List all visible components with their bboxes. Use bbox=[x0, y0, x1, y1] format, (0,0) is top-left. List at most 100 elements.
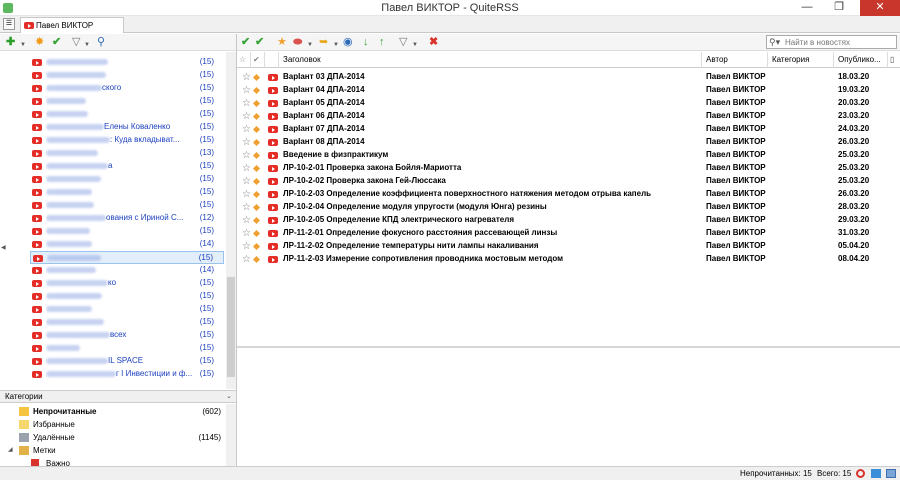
feed-item[interactable]: (15) bbox=[30, 251, 224, 264]
star-toggle-icon[interactable]: ☆ bbox=[242, 149, 251, 162]
news-row[interactable]: ☆ ВарІант 08 ДПА-2014 Павел ВИКТОР 26.03.20 bbox=[237, 136, 900, 149]
feed-list-scroll-thumb[interactable] bbox=[227, 277, 235, 377]
close-icon[interactable]: ✕ bbox=[860, 0, 900, 16]
column-category[interactable]: Категория bbox=[768, 52, 834, 68]
feed-column-header[interactable] bbox=[265, 52, 279, 68]
news-row[interactable]: ☆ ЛР-10-2-01 Проверка закона Бойля-Мариот… bbox=[237, 162, 900, 175]
star-toggle-icon[interactable]: ☆ bbox=[242, 123, 251, 136]
feed-item[interactable]: всех (15) bbox=[30, 329, 224, 342]
news-splitter[interactable] bbox=[237, 346, 900, 348]
feed-item[interactable]: (15) bbox=[30, 95, 224, 108]
share-icon[interactable]: ➥ bbox=[319, 36, 328, 49]
star-toggle-icon[interactable]: ☆ bbox=[242, 71, 251, 84]
unread-marker-icon[interactable] bbox=[252, 99, 261, 108]
news-row[interactable]: ☆ ЛР-10-2-02 Проверка закона Гей-Люссака П… bbox=[237, 175, 900, 188]
feed-item[interactable]: (15) bbox=[30, 225, 224, 238]
category-item[interactable]: ◢ Метки bbox=[0, 444, 226, 457]
categories-scrollbar[interactable] bbox=[226, 404, 236, 466]
star-toggle-icon[interactable]: ☆ bbox=[242, 162, 251, 175]
feed-item[interactable]: ования с Ириной С... (12) bbox=[30, 212, 224, 225]
feed-item[interactable]: Елены Коваленко (15) bbox=[30, 121, 224, 134]
star-column-icon[interactable]: ☆ bbox=[237, 52, 251, 68]
update-status-icon[interactable] bbox=[871, 469, 881, 478]
feed-item[interactable]: (14) bbox=[30, 264, 224, 277]
feed-item[interactable]: (15) bbox=[30, 199, 224, 212]
label-icon[interactable]: ⬬ bbox=[293, 36, 302, 49]
unread-marker-icon[interactable] bbox=[252, 164, 261, 173]
unread-marker-icon[interactable] bbox=[252, 190, 261, 199]
column-published[interactable]: Опублико... bbox=[834, 52, 888, 68]
feed-item[interactable]: (14) bbox=[30, 238, 224, 251]
news-row[interactable]: ☆ ВарІант 03 ДПА-2014 Павел ВИКТОР 18.03.20 bbox=[237, 71, 900, 84]
add-dropdown-icon[interactable]: ▼ bbox=[20, 39, 26, 52]
feed-item[interactable]: ко (15) bbox=[30, 277, 224, 290]
star-toggle-icon[interactable]: ☆ bbox=[242, 136, 251, 149]
star-toggle-icon[interactable]: ☆ bbox=[242, 175, 251, 188]
news-row[interactable]: ☆ Введение в физпрактикум Павел ВИКТОР 25.0… bbox=[237, 149, 900, 162]
column-title[interactable]: Заголовок bbox=[279, 52, 702, 68]
search-feeds-icon[interactable]: ⚲ bbox=[97, 36, 105, 49]
categories-header[interactable]: Категории ⌄ bbox=[0, 390, 236, 403]
news-search-input[interactable] bbox=[785, 37, 893, 47]
unread-marker-icon[interactable] bbox=[252, 229, 261, 238]
feed-item[interactable]: ского (15) bbox=[30, 82, 224, 95]
filter-icon[interactable]: ▽ bbox=[72, 36, 80, 49]
feed-item[interactable]: (15) bbox=[30, 173, 224, 186]
prev-news-icon[interactable]: ↑ bbox=[379, 36, 385, 49]
mark-news-read-icon[interactable]: ✔ bbox=[241, 36, 250, 49]
browser-icon[interactable]: ◉ bbox=[343, 36, 353, 49]
unread-marker-icon[interactable] bbox=[252, 138, 261, 147]
feed-item[interactable]: (15) bbox=[30, 108, 224, 121]
star-icon[interactable]: ★ bbox=[277, 36, 287, 49]
adblock-icon[interactable] bbox=[856, 469, 865, 478]
collapse-arrow-icon[interactable]: ◀ bbox=[1, 244, 6, 251]
unread-marker-icon[interactable] bbox=[252, 216, 261, 225]
news-search-box[interactable]: ⚲▾ bbox=[766, 35, 897, 49]
star-toggle-icon[interactable]: ☆ bbox=[242, 227, 251, 240]
news-row[interactable]: ☆ ЛР-11-2-01 Определение фокусного рассто… bbox=[237, 227, 900, 240]
feed-item[interactable]: а (15) bbox=[30, 160, 224, 173]
news-row[interactable]: ☆ ЛР-11-2-03 Измерение сопротивления пров… bbox=[237, 253, 900, 266]
feed-item[interactable]: IL SPACE (15) bbox=[30, 355, 224, 368]
category-item[interactable]: Непрочитанные (602) bbox=[0, 405, 226, 418]
update-feeds-icon[interactable]: ✸ bbox=[35, 36, 44, 49]
feed-item[interactable]: (15) bbox=[30, 69, 224, 82]
news-row[interactable]: ☆ ВарІант 06 ДПА-2014 Павел ВИКТОР 23.03.20 bbox=[237, 110, 900, 123]
feed-item[interactable]: (15) bbox=[30, 186, 224, 199]
read-column-icon[interactable]: ✔ bbox=[251, 52, 265, 68]
star-toggle-icon[interactable]: ☆ bbox=[242, 97, 251, 110]
news-filter-dropdown-icon[interactable]: ▼ bbox=[412, 39, 418, 52]
minimize-icon[interactable]: — bbox=[794, 0, 820, 16]
tab-feed[interactable]: Павел ВИКТОР bbox=[20, 17, 124, 33]
main-menu-icon[interactable]: ☰ bbox=[3, 18, 15, 30]
column-settings-icon[interactable]: ▯ bbox=[888, 52, 900, 68]
feed-item[interactable]: (15) bbox=[30, 303, 224, 316]
star-toggle-icon[interactable]: ☆ bbox=[242, 240, 251, 253]
feed-item[interactable]: (15) bbox=[30, 290, 224, 303]
expand-arrow-icon[interactable]: ◢ bbox=[8, 446, 13, 453]
news-row[interactable]: ☆ ЛР-10-2-03 Определение коэффициента пов… bbox=[237, 188, 900, 201]
feed-item[interactable]: (15) bbox=[30, 342, 224, 355]
news-filter-icon[interactable]: ▽ bbox=[399, 36, 407, 49]
star-toggle-icon[interactable]: ☆ bbox=[242, 253, 251, 266]
feed-item[interactable]: (15) bbox=[30, 56, 224, 69]
feed-item[interactable]: г I Инвестиции и ф... (15) bbox=[30, 368, 224, 381]
unread-marker-icon[interactable] bbox=[252, 255, 261, 264]
star-toggle-icon[interactable]: ☆ bbox=[242, 214, 251, 227]
unread-marker-icon[interactable] bbox=[252, 203, 261, 212]
unread-marker-icon[interactable] bbox=[252, 242, 261, 251]
tray-window-icon[interactable] bbox=[886, 469, 896, 478]
star-toggle-icon[interactable]: ☆ bbox=[242, 84, 251, 97]
unread-marker-icon[interactable] bbox=[252, 86, 261, 95]
feed-list-scrollbar[interactable] bbox=[226, 52, 236, 389]
category-item[interactable]: Избранные bbox=[0, 418, 226, 431]
feed-item[interactable]: : Куда вкладыват... (15) bbox=[30, 134, 224, 147]
restore-icon[interactable]: ❐ bbox=[826, 0, 852, 16]
star-toggle-icon[interactable]: ☆ bbox=[242, 110, 251, 123]
delete-icon[interactable]: ✖ bbox=[429, 36, 438, 49]
column-author[interactable]: Автор bbox=[702, 52, 768, 68]
unread-marker-icon[interactable] bbox=[252, 177, 261, 186]
news-row[interactable]: ☆ ВарІант 04 ДПА-2014 Павел ВИКТОР 19.03.20 bbox=[237, 84, 900, 97]
news-row[interactable]: ☆ ВарІант 05 ДПА-2014 Павел ВИКТОР 20.03.20 bbox=[237, 97, 900, 110]
share-dropdown-icon[interactable]: ▼ bbox=[333, 39, 339, 52]
